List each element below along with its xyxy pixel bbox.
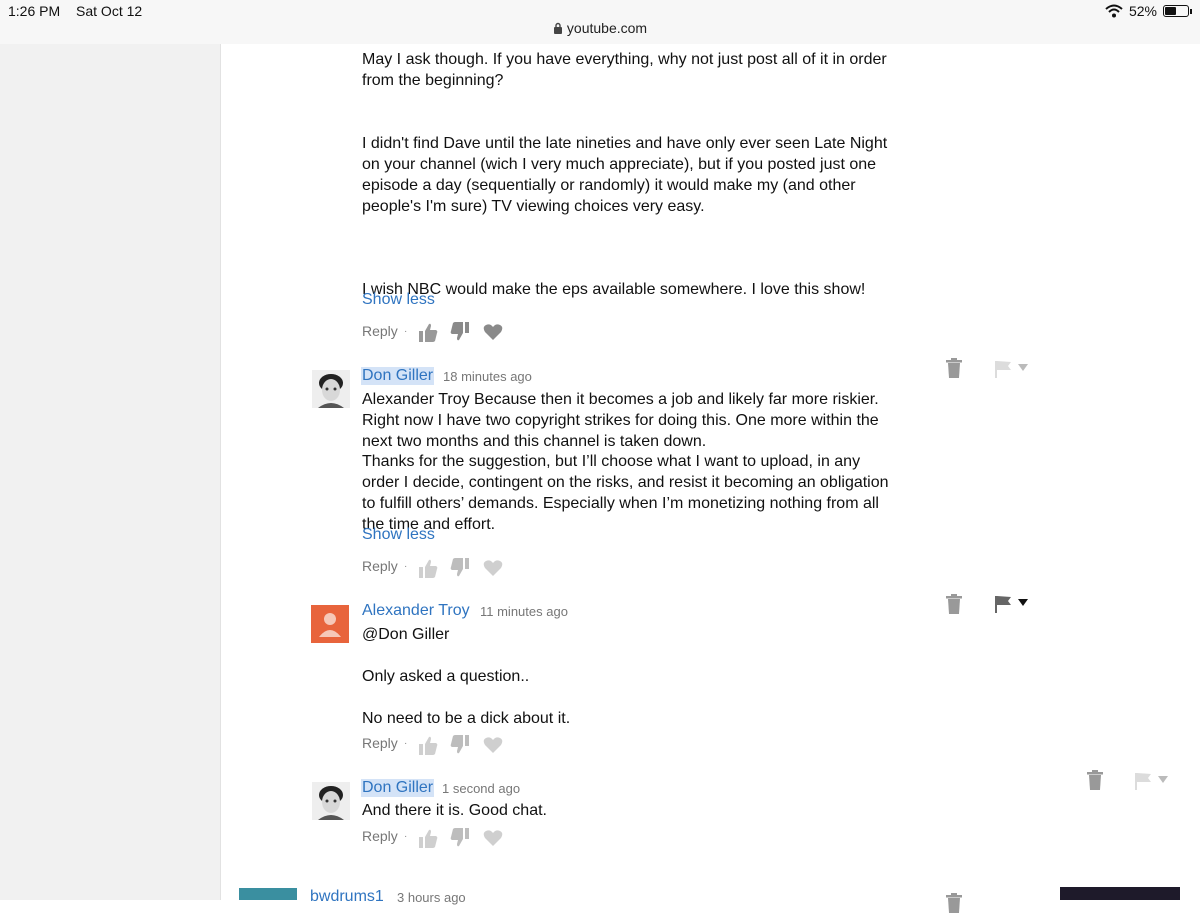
comment-text: Alexander Troy Because then it becomes a… [362,391,879,450]
status-time: 1:26 PM [8,3,61,19]
battery-icon [1163,5,1189,17]
separator-dot: · [404,738,408,749]
thumbs-up-icon[interactable] [418,736,438,756]
heart-icon[interactable] [483,559,503,577]
comment-time[interactable]: 11 minutes ago [480,604,568,619]
comment-author[interactable]: Don Giller [361,367,435,385]
thumbs-up-icon[interactable] [418,323,438,343]
chevron-down-icon[interactable] [1158,776,1168,784]
thumbs-down-icon[interactable] [450,557,470,577]
comment-author[interactable]: bwdrums1 [310,888,384,906]
address-bar[interactable]: youtube.com [0,20,1200,36]
url-text: youtube.com [566,20,648,36]
comment-text: And there it is. Good chat. [362,802,547,819]
trash-icon[interactable] [946,893,962,913]
comment-text: I didn't find Dave until the late nineti… [362,135,888,215]
video-thumbnail[interactable] [1060,887,1180,900]
lock-icon [553,22,562,34]
left-gutter [0,44,221,900]
flag-icon[interactable] [994,360,1012,378]
reply-button[interactable]: Reply [362,828,398,844]
flag-icon[interactable] [994,595,1012,613]
comment-text: No need to be a dick about it. [362,710,571,727]
comment-time[interactable]: 18 minutes ago [443,369,532,384]
show-less-link[interactable]: Show less [362,526,435,544]
separator-dot: · [404,561,408,572]
avatar[interactable] [312,782,350,820]
chevron-down-icon[interactable] [1018,364,1028,372]
status-bar: 1:26 PM Sat Oct 12 52% youtube.com [0,0,1200,44]
thumbs-down-icon[interactable] [450,827,470,847]
comment-author[interactable]: Alexander Troy [362,602,470,620]
comment-time[interactable]: 1 second ago [442,781,520,796]
avatar[interactable] [239,888,297,900]
thumbs-up-icon[interactable] [418,559,438,579]
thumbs-down-icon[interactable] [450,321,470,341]
avatar[interactable] [311,605,349,643]
heart-icon[interactable] [483,323,503,341]
battery-percent: 52% [1128,3,1157,19]
reply-button[interactable]: Reply [362,323,398,339]
trash-icon[interactable] [946,594,962,614]
flag-icon[interactable] [1134,772,1152,790]
wifi-icon [1105,4,1123,18]
thumbs-down-icon[interactable] [450,734,470,754]
reply-button[interactable]: Reply [362,558,398,574]
comment-text: I wish NBC would make the eps available … [362,281,866,298]
comment-text: Only asked a question.. [362,668,530,685]
heart-icon[interactable] [483,736,503,754]
separator-dot: · [404,831,408,842]
status-left: 1:26 PM Sat Oct 12 [8,3,154,19]
reply-button[interactable]: Reply [362,735,398,751]
heart-icon[interactable] [483,829,503,847]
comment-text: @Don Giller [362,626,450,643]
avatar[interactable] [312,370,350,408]
comment-text: May I ask though. If you have everything… [362,51,887,89]
show-less-link[interactable]: Show less [362,291,435,309]
separator-dot: · [404,326,408,337]
comment-author[interactable]: Don Giller [361,779,435,797]
chevron-down-icon[interactable] [1018,599,1028,607]
status-date: Sat Oct 12 [76,3,143,19]
trash-icon[interactable] [1087,770,1103,790]
comment-text: Thanks for the suggestion, but I’ll choo… [362,453,889,533]
comment-time[interactable]: 3 hours ago [397,890,466,905]
thumbs-up-icon[interactable] [418,829,438,849]
status-right: 52% [1105,3,1192,19]
trash-icon[interactable] [946,358,962,378]
